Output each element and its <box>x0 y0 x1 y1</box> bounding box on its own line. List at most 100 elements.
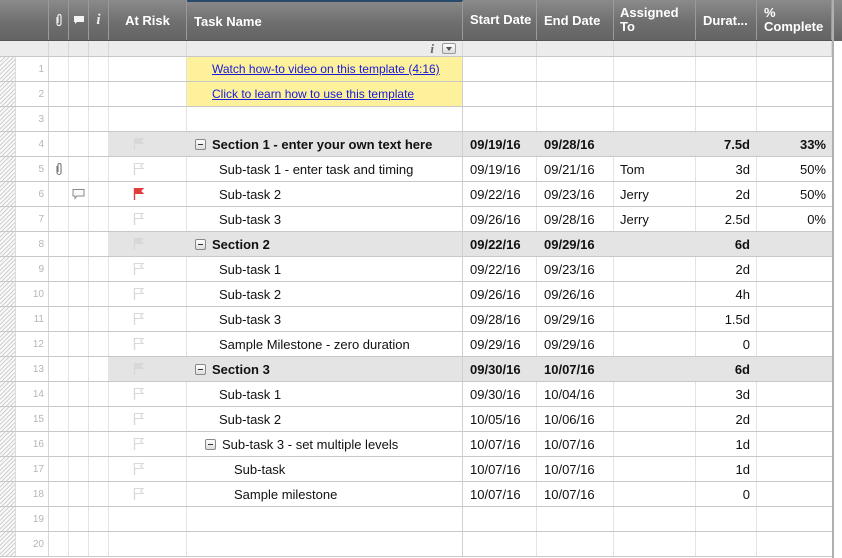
at-risk-cell[interactable] <box>109 482 187 506</box>
end-date-cell[interactable] <box>537 507 614 531</box>
comment-cell[interactable] <box>69 257 89 281</box>
chevron-down-icon[interactable] <box>442 43 456 54</box>
start-date-cell[interactable] <box>463 82 537 106</box>
table-row[interactable]: 15 Sub-task 2 10/05/16 10/06/16 2d <box>0 407 832 432</box>
row-drag-handle[interactable] <box>0 307 16 331</box>
row-number-cell[interactable]: 11 <box>0 307 49 331</box>
info-cell[interactable] <box>89 132 109 156</box>
percent-complete-cell[interactable] <box>757 457 832 481</box>
task-name-cell[interactable]: Sub-task 2 <box>187 182 463 206</box>
info-cell[interactable] <box>89 107 109 131</box>
at-risk-cell[interactable] <box>109 257 187 281</box>
attachment-cell[interactable] <box>49 107 69 131</box>
start-date-cell[interactable]: 09/30/16 <box>463 382 537 406</box>
attachment-cell[interactable] <box>49 282 69 306</box>
info-cell[interactable] <box>89 407 109 431</box>
row-number-cell[interactable]: 4 <box>0 132 49 156</box>
attachment-cell[interactable] <box>49 307 69 331</box>
start-date-cell[interactable]: 10/07/16 <box>463 457 537 481</box>
flag-at-risk-icon[interactable] <box>133 362 144 376</box>
at-risk-cell[interactable] <box>109 457 187 481</box>
duration-cell[interactable]: 1d <box>696 457 757 481</box>
duration-cell[interactable]: 1d <box>696 432 757 456</box>
flag-icon[interactable] <box>133 212 144 226</box>
duration-cell[interactable] <box>696 57 757 81</box>
assigned-to-cell[interactable]: Tom <box>614 157 696 181</box>
row-number-cell[interactable]: 7 <box>0 207 49 231</box>
row-drag-handle[interactable] <box>0 207 16 231</box>
task-name-cell[interactable] <box>187 532 463 556</box>
info-cell[interactable] <box>89 532 109 556</box>
info-cell[interactable] <box>89 432 109 456</box>
row-drag-handle[interactable] <box>0 507 16 531</box>
end-date-cell[interactable]: 09/26/16 <box>537 282 614 306</box>
row-drag-handle[interactable] <box>0 107 16 131</box>
at-risk-cell[interactable] <box>109 82 187 106</box>
end-date-cell[interactable]: 09/29/16 <box>537 307 614 331</box>
table-row[interactable]: 12 Sample Milestone - zero duration 09/2… <box>0 332 832 357</box>
template-help-link[interactable]: Click to learn how to use this template <box>195 87 414 101</box>
at-risk-cell[interactable] <box>109 207 187 231</box>
table-row[interactable]: 14 Sub-task 1 09/30/16 10/04/16 3d <box>0 382 832 407</box>
end-date-cell[interactable]: 09/28/16 <box>537 207 614 231</box>
duration-cell[interactable]: 2d <box>696 182 757 206</box>
info-cell[interactable] <box>89 182 109 206</box>
table-row[interactable]: 5 Sub-task 1 - enter task and timing 09/… <box>0 157 832 182</box>
end-date-cell[interactable]: 09/28/16 <box>537 132 614 156</box>
task-name-cell[interactable]: Sub-task 2 <box>187 282 463 306</box>
assigned-to-cell[interactable] <box>614 332 696 356</box>
at-risk-cell[interactable] <box>109 307 187 331</box>
end-date-cell[interactable]: 10/07/16 <box>537 457 614 481</box>
info-cell[interactable] <box>89 507 109 531</box>
row-drag-handle[interactable] <box>0 457 16 481</box>
header-at-risk[interactable]: At Risk <box>109 0 187 40</box>
end-date-cell[interactable] <box>537 82 614 106</box>
task-name-cell[interactable]: Click to learn how to use this template <box>187 82 463 106</box>
duration-cell[interactable]: 2d <box>696 257 757 281</box>
comment-cell[interactable] <box>69 182 89 206</box>
start-date-cell[interactable]: 10/05/16 <box>463 407 537 431</box>
percent-complete-cell[interactable]: 0% <box>757 207 832 231</box>
row-number-cell[interactable]: 20 <box>0 532 49 556</box>
flag-icon[interactable] <box>133 437 144 451</box>
row-number-cell[interactable]: 9 <box>0 257 49 281</box>
start-date-cell[interactable]: 09/19/16 <box>463 157 537 181</box>
row-number-cell[interactable]: 19 <box>0 507 49 531</box>
at-risk-cell[interactable] <box>109 332 187 356</box>
percent-complete-cell[interactable] <box>757 507 832 531</box>
flag-icon[interactable] <box>133 387 144 401</box>
row-drag-handle[interactable] <box>0 132 16 156</box>
row-number-cell[interactable]: 16 <box>0 432 49 456</box>
percent-complete-cell[interactable] <box>757 282 832 306</box>
duration-cell[interactable]: 0 <box>696 482 757 506</box>
comment-cell[interactable] <box>69 57 89 81</box>
end-date-cell[interactable]: 09/29/16 <box>537 232 614 256</box>
comment-cell[interactable] <box>69 457 89 481</box>
table-row[interactable]: 2 Click to learn how to use this templat… <box>0 82 832 107</box>
start-date-cell[interactable]: 09/22/16 <box>463 257 537 281</box>
comment-cell[interactable] <box>69 382 89 406</box>
start-date-cell[interactable] <box>463 107 537 131</box>
table-row[interactable]: 4 Section 1 - enter your own text here 0… <box>0 132 832 157</box>
row-drag-handle[interactable] <box>0 382 16 406</box>
comment-cell[interactable] <box>69 307 89 331</box>
comment-cell[interactable] <box>69 332 89 356</box>
table-row[interactable]: 20 <box>0 532 832 557</box>
start-date-cell[interactable]: 09/26/16 <box>463 207 537 231</box>
row-drag-handle[interactable] <box>0 407 16 431</box>
row-number-cell[interactable]: 12 <box>0 332 49 356</box>
comment-cell[interactable] <box>69 207 89 231</box>
end-date-cell[interactable]: 09/23/16 <box>537 257 614 281</box>
attachment-cell[interactable] <box>49 457 69 481</box>
duration-cell[interactable]: 6d <box>696 232 757 256</box>
comment-cell[interactable] <box>69 407 89 431</box>
table-row[interactable]: 16 Sub-task 3 - set multiple levels 10/0… <box>0 432 832 457</box>
duration-cell[interactable]: 2d <box>696 407 757 431</box>
paperclip-icon[interactable] <box>55 162 63 176</box>
assigned-to-cell[interactable]: Jerry <box>614 207 696 231</box>
row-drag-handle[interactable] <box>0 182 16 206</box>
start-date-cell[interactable]: 10/07/16 <box>463 482 537 506</box>
table-row[interactable]: 17 Sub-task 10/07/16 10/07/16 1d <box>0 457 832 482</box>
attachment-cell[interactable] <box>49 182 69 206</box>
header-start-date[interactable]: Start Date <box>463 0 537 40</box>
